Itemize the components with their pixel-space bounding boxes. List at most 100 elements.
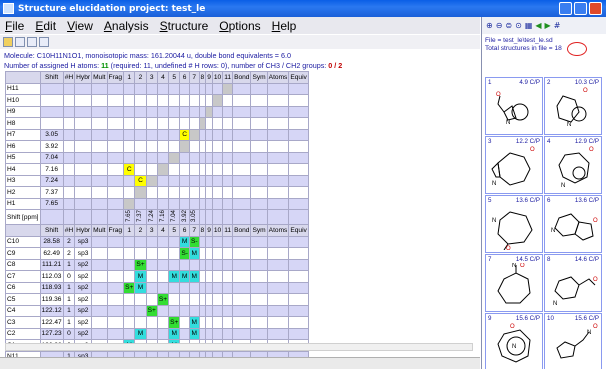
- column-header[interactable]: Hybr: [74, 71, 93, 84]
- grid-cell[interactable]: [188, 163, 200, 176]
- grid-cell[interactable]: [222, 117, 234, 130]
- grid-cell[interactable]: C: [123, 163, 136, 176]
- grid-cell[interactable]: [134, 197, 147, 210]
- grid-cell[interactable]: M: [188, 270, 200, 283]
- menu-view[interactable]: View: [62, 19, 99, 33]
- atoms-cell[interactable]: [266, 304, 290, 318]
- row-label[interactable]: C10: [5, 235, 41, 249]
- grid-cell[interactable]: [179, 197, 190, 210]
- mult-cell[interactable]: [91, 235, 108, 249]
- grid-cell[interactable]: [123, 235, 136, 249]
- zoom-out-icon[interactable]: ⊖: [496, 21, 503, 30]
- zoom-in-icon[interactable]: ⊕: [486, 21, 493, 30]
- empty-cell[interactable]: [250, 174, 268, 187]
- grid-cell[interactable]: [198, 281, 207, 295]
- empty-cell[interactable]: [74, 94, 93, 107]
- grid-cell[interactable]: M: [168, 327, 181, 341]
- grid-cell[interactable]: [145, 128, 158, 141]
- grid-cell[interactable]: [156, 258, 170, 272]
- corner-cell[interactable]: [5, 224, 41, 237]
- grid-cell[interactable]: [145, 163, 158, 176]
- column-header[interactable]: Hybr: [74, 224, 93, 237]
- grid-cell[interactable]: [205, 117, 213, 130]
- grid-cell[interactable]: C: [134, 174, 147, 187]
- empty-cell[interactable]: [74, 128, 93, 141]
- grid-cell[interactable]: [145, 327, 158, 341]
- empty-cell[interactable]: [266, 140, 290, 153]
- grid-cell[interactable]: [156, 82, 170, 95]
- sym-cell[interactable]: [250, 327, 268, 341]
- grid-cell[interactable]: [179, 140, 190, 153]
- atoms-cell[interactable]: [266, 327, 290, 341]
- row-label[interactable]: C4: [5, 304, 41, 318]
- mult-cell[interactable]: [91, 327, 108, 341]
- empty-cell[interactable]: [62, 94, 76, 107]
- mult-cell[interactable]: [91, 247, 108, 260]
- shift-cell[interactable]: [39, 94, 64, 107]
- grid-cell[interactable]: [123, 316, 136, 329]
- empty-cell[interactable]: [250, 105, 268, 118]
- grid-cell[interactable]: S+: [168, 316, 181, 329]
- grid-cell[interactable]: [198, 128, 207, 141]
- grid-cell[interactable]: [179, 293, 190, 306]
- sym-cell[interactable]: [250, 235, 268, 249]
- empty-cell[interactable]: [62, 151, 76, 164]
- grid-cell[interactable]: [188, 94, 200, 107]
- menu-help[interactable]: Help: [267, 19, 303, 33]
- column-header[interactable]: 1: [123, 224, 136, 237]
- shift-cell[interactable]: 118.93: [39, 281, 64, 295]
- empty-cell[interactable]: [106, 105, 125, 118]
- empty-cell[interactable]: [288, 140, 309, 153]
- empty-cell[interactable]: [62, 208, 76, 226]
- column-header[interactable]: Bond: [232, 71, 252, 84]
- grid-cell[interactable]: [168, 105, 181, 118]
- grid-cell[interactable]: [222, 94, 234, 107]
- column-header[interactable]: 10: [211, 71, 224, 84]
- grid-cell[interactable]: [205, 186, 213, 199]
- zoom-fit-icon[interactable]: ⊜: [505, 21, 512, 30]
- grid-cell[interactable]: [123, 258, 136, 272]
- hybr-cell[interactable]: sp2: [74, 258, 93, 272]
- grid-cell[interactable]: [205, 316, 213, 329]
- grid-cell[interactable]: [222, 304, 234, 318]
- mult-cell[interactable]: [91, 258, 108, 272]
- row-label[interactable]: C5: [5, 293, 41, 306]
- atoms-cell[interactable]: [266, 281, 290, 295]
- grid-cell[interactable]: [205, 270, 213, 283]
- empty-cell[interactable]: [62, 105, 76, 118]
- row-label[interactable]: C9: [5, 247, 41, 260]
- grid-cell[interactable]: [205, 163, 213, 176]
- column-header[interactable]: 3: [145, 71, 158, 84]
- shift-cell[interactable]: 7.65: [39, 197, 64, 210]
- grid-cell[interactable]: [188, 258, 200, 272]
- h-count-cell[interactable]: 1: [62, 316, 76, 329]
- grid-cell[interactable]: [179, 186, 190, 199]
- grid-cell[interactable]: [179, 316, 190, 329]
- grid-cell[interactable]: [188, 304, 200, 318]
- column-header[interactable]: 2: [134, 71, 147, 84]
- empty-cell[interactable]: [288, 174, 309, 187]
- grid-cell[interactable]: [211, 281, 224, 295]
- grid-cell[interactable]: [123, 105, 136, 118]
- h-count-cell[interactable]: 1: [62, 304, 76, 318]
- column-header[interactable]: 6: [179, 224, 190, 237]
- grid-cell[interactable]: [205, 174, 213, 187]
- empty-cell[interactable]: [232, 151, 252, 164]
- grid-cell[interactable]: [134, 316, 147, 329]
- empty-cell[interactable]: [91, 151, 108, 164]
- row-label[interactable]: C2: [5, 327, 41, 341]
- column-header[interactable]: 1: [123, 71, 136, 84]
- grid-cell[interactable]: [145, 235, 158, 249]
- grid-cell[interactable]: [222, 82, 234, 95]
- grid-cell[interactable]: [205, 140, 213, 153]
- grid-cell[interactable]: [145, 186, 158, 199]
- grid-cell[interactable]: [198, 270, 207, 283]
- grid-cell[interactable]: [205, 281, 213, 295]
- h-count-cell[interactable]: 2: [62, 247, 76, 260]
- row-label[interactable]: H4: [5, 163, 41, 176]
- shift-header-cell[interactable]: [198, 208, 207, 226]
- grid-cell[interactable]: [222, 247, 234, 260]
- grid-cell[interactable]: [123, 94, 136, 107]
- grid-cell[interactable]: S+: [145, 304, 158, 318]
- grid-cell[interactable]: [188, 105, 200, 118]
